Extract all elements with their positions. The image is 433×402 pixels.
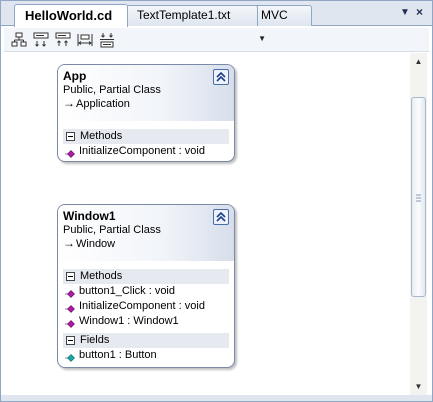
double-chevron-up-icon	[216, 72, 226, 82]
class-modifiers: Public, Partial Class	[63, 224, 161, 236]
member-label: InitializeComponent : void	[79, 145, 205, 157]
collapse-shape-button[interactable]	[213, 209, 229, 225]
chevron-down-icon: ▼	[258, 34, 266, 43]
inheritance-arrow-icon: →	[63, 96, 75, 110]
tab-mvc[interactable]: MVC	[250, 5, 312, 26]
chevron-down-icon[interactable]: ▼	[400, 7, 410, 18]
method-icon	[65, 318, 77, 333]
group-members-icon[interactable]	[98, 31, 116, 49]
field-icon	[65, 352, 77, 367]
close-icon[interactable]: ×	[416, 5, 423, 19]
compartment-title: Methods	[80, 130, 123, 142]
compartment-title: Methods	[80, 270, 123, 282]
base-type-label: Window	[76, 238, 116, 250]
compartment-title: Fields	[80, 334, 110, 346]
collapse-shape-button[interactable]	[213, 69, 229, 85]
collapse-compartment-icon[interactable]	[66, 272, 75, 281]
double-chevron-up-icon	[216, 212, 226, 222]
display-full-signature-icon[interactable]	[54, 31, 72, 49]
class-name: App	[63, 69, 87, 83]
document-tab-strip: MVC TextTemplate1.txt HelloWorld.cd ▼ ×	[0, 0, 433, 27]
tab-helloworld[interactable]: HelloWorld.cd	[14, 4, 128, 27]
member-item[interactable]: InitializeComponent : void	[63, 144, 234, 159]
display-name-icon[interactable]	[10, 31, 28, 49]
member-label: Window1 : Window1	[79, 315, 179, 327]
tab-label: MVC	[261, 8, 288, 22]
display-name-and-type-icon[interactable]	[32, 31, 50, 49]
class-name: Window1	[63, 209, 116, 223]
member-item[interactable]: button1_Click : void	[63, 284, 234, 299]
grip-icon: ═ ═ ═	[416, 192, 421, 205]
member-label: button1 : Button	[79, 349, 157, 361]
class-shape-app[interactable]: App Public, Partial Class →Application M…	[57, 64, 235, 162]
collapse-compartment-icon[interactable]	[66, 132, 75, 141]
method-icon	[65, 148, 77, 161]
member-label: InitializeComponent : void	[79, 300, 205, 312]
compartment-methods[interactable]: Methods	[63, 269, 229, 284]
adjust-width-icon[interactable]	[76, 31, 94, 49]
tab-texttemplate1[interactable]: TextTemplate1.txt	[126, 5, 258, 26]
tab-label: HelloWorld.cd	[25, 8, 113, 23]
member-label: button1_Click : void	[79, 285, 175, 297]
scrollbar-thumb[interactable]: ═ ═ ═	[411, 97, 426, 297]
vertical-scrollbar[interactable]: ▲ ═ ═ ═ ▼	[410, 53, 427, 395]
compartment-fields[interactable]: Fields	[63, 333, 229, 348]
scroll-down-icon[interactable]: ▼	[410, 378, 427, 395]
class-modifiers: Public, Partial Class	[63, 84, 161, 96]
bottom-border	[0, 395, 433, 402]
member-item[interactable]: Window1 : Window1	[63, 314, 234, 329]
inheritance-arrow-icon: →	[63, 236, 75, 250]
member-item[interactable]: button1 : Button	[63, 348, 234, 363]
class-shape-header: Window1 Public, Partial Class →Window	[58, 205, 234, 261]
toolbar-dropdown[interactable]: ▼	[122, 31, 270, 49]
class-shape-window1[interactable]: Window1 Public, Partial Class →Window Me…	[57, 204, 235, 368]
member-item[interactable]: InitializeComponent : void	[63, 299, 234, 314]
class-base-type: →Application	[63, 97, 229, 111]
diagram-toolbar: ▼	[4, 28, 429, 52]
class-diagram-canvas[interactable]: App Public, Partial Class →Application M…	[4, 53, 410, 395]
scroll-up-icon[interactable]: ▲	[410, 53, 427, 70]
class-shape-header: App Public, Partial Class →Application	[58, 65, 234, 121]
class-base-type: →Window	[63, 237, 229, 251]
base-type-label: Application	[76, 98, 130, 110]
tab-label: TextTemplate1.txt	[137, 8, 231, 22]
collapse-compartment-icon[interactable]	[66, 336, 75, 345]
compartment-methods[interactable]: Methods	[63, 129, 229, 144]
